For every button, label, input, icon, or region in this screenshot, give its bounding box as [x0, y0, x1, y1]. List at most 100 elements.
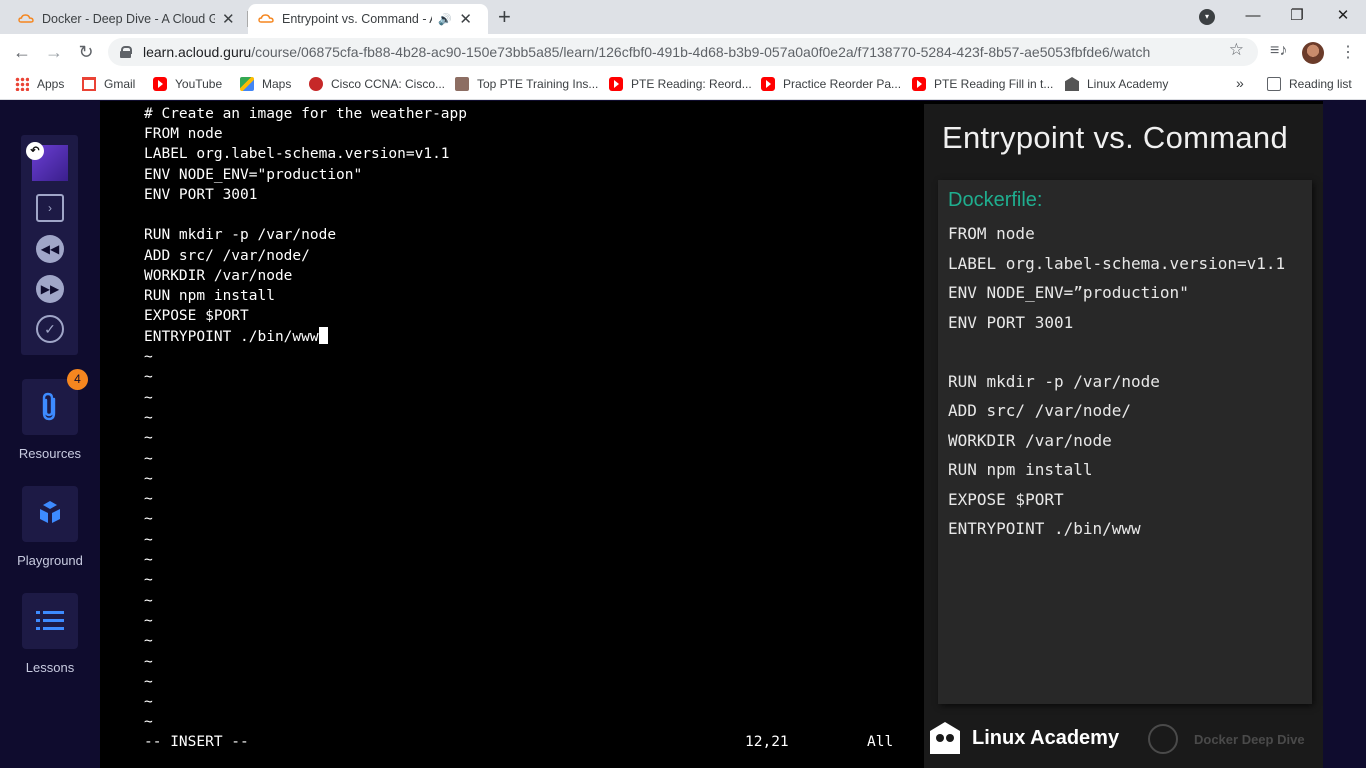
slide-code-line: ENTRYPOINT ./bin/www — [948, 519, 1141, 538]
media-control-icon[interactable]: ≡♪ — [1270, 42, 1287, 60]
cubes-icon — [40, 501, 60, 523]
playground-button[interactable] — [22, 486, 78, 542]
bookmark-apps[interactable]: Apps — [15, 77, 64, 91]
gmail-icon — [82, 77, 96, 91]
slide-title: Entrypoint vs. Command — [942, 120, 1289, 155]
terminal-line: # Create an image for the weather-app — [144, 106, 468, 122]
vim-cursor-position: 12,21 — [745, 734, 789, 750]
youtube-icon — [153, 77, 167, 91]
card-title: Dockerfile: — [948, 189, 1043, 211]
reload-button[interactable]: ↻ — [74, 40, 98, 64]
tab-title: Entrypoint vs. Command - A — [282, 12, 432, 26]
tilde-line: ~ — [144, 694, 153, 710]
bookmark-pte-fill[interactable]: PTE Reading Fill in t... — [912, 77, 1053, 91]
tilde-line: ~ — [144, 369, 153, 385]
chevron-down-icon[interactable]: ▾ — [1199, 9, 1215, 25]
docker-deep-dive-logo: Docker Deep Dive — [1148, 724, 1305, 754]
tab-close-icon[interactable]: ✕ — [221, 10, 237, 28]
previous-lesson-icon[interactable]: ◀◀ — [36, 235, 64, 263]
reading-list-button[interactable]: Reading list — [1267, 77, 1352, 91]
collapse-panel-icon[interactable]: › — [36, 194, 64, 222]
tilde-line: ~ — [144, 572, 153, 588]
kebab-menu-icon[interactable]: ⋮ — [1340, 42, 1356, 62]
paperclip-icon — [42, 392, 56, 421]
owl-icon — [930, 722, 960, 754]
terminal-line: WORKDIR /var/node — [144, 268, 293, 284]
player-controls-panel: ↶ › ◀◀ ▶▶ ✓ — [21, 135, 78, 355]
tilde-line: ~ — [144, 714, 153, 730]
tab-entrypoint-vs-command[interactable]: Entrypoint vs. Command - A 🔊 ✕ — [248, 4, 488, 34]
tilde-line: ~ — [144, 613, 153, 629]
bookmark-pte-reorder[interactable]: PTE Reading: Reord... — [609, 77, 752, 91]
tab-close-icon[interactable]: ✕ — [458, 10, 474, 28]
pte-icon — [455, 77, 469, 91]
tilde-line: ~ — [144, 552, 153, 568]
resources-label[interactable]: Resources — [0, 446, 100, 461]
bookmark-practice-reorder[interactable]: Practice Reorder Pa... — [761, 77, 901, 91]
vim-terminal: # Create an image for the weather-app FR… — [144, 104, 924, 766]
tilde-line: ~ — [144, 430, 153, 446]
tilde-line: ~ — [144, 390, 153, 406]
tab-title: Docker - Deep Dive - A Cloud Gu — [42, 12, 215, 26]
video-side-margin — [1323, 101, 1366, 768]
terminal-line-current: ENTRYPOINT ./bin/www — [144, 327, 328, 347]
lock-icon[interactable] — [120, 46, 132, 58]
terminal-line: ENV PORT 3001 — [144, 187, 258, 203]
back-arrow-icon[interactable]: ↶ — [26, 142, 44, 160]
tab-docker-deep-dive[interactable]: Docker - Deep Dive - A Cloud Gu ✕ — [8, 4, 246, 34]
slide-code-line: ENV NODE_ENV=”production" — [948, 283, 1189, 302]
linux-academy-icon — [1065, 77, 1079, 91]
browser-toolbar: ← → ↻ learn.acloud.guru/course/06875cfa-… — [0, 34, 1366, 70]
mark-complete-icon[interactable]: ✓ — [36, 315, 64, 343]
reading-list-icon — [1267, 77, 1281, 91]
minimize-button[interactable]: — — [1233, 4, 1273, 28]
slide-code-line: LABEL org.label-schema.version=v1.1 — [948, 254, 1286, 273]
tilde-line: ~ — [144, 593, 153, 609]
list-icon — [36, 611, 64, 630]
slide-code-line: RUN npm install — [948, 460, 1093, 479]
cisco-icon — [309, 77, 323, 91]
acloudguru-favicon-icon — [18, 11, 34, 27]
terminal-line: RUN mkdir -p /var/node — [144, 227, 337, 243]
tilde-line: ~ — [144, 532, 153, 548]
close-window-button[interactable]: ✕ — [1323, 4, 1363, 28]
apps-icon — [15, 77, 29, 91]
slide-code-line: ADD src/ /var/node/ — [948, 401, 1132, 420]
terminal-line: LABEL org.label-schema.version=v1.1 — [144, 146, 450, 162]
playground-label[interactable]: Playground — [0, 553, 100, 568]
next-lesson-icon[interactable]: ▶▶ — [36, 275, 64, 303]
speaker-icon[interactable]: 🔊 — [438, 13, 452, 26]
bookmark-maps[interactable]: Maps — [240, 77, 291, 91]
terminal-line: RUN npm install — [144, 288, 275, 304]
url-host: learn.acloud.guru — [143, 44, 252, 60]
text-cursor — [318, 327, 328, 344]
slide-code-line: RUN mkdir -p /var/node — [948, 372, 1160, 391]
bookmark-linux-academy[interactable]: Linux Academy — [1065, 77, 1168, 91]
address-bar[interactable]: learn.acloud.guru/course/06875cfa-fb88-4… — [108, 38, 1258, 66]
lecture-slide: Entrypoint vs. Command Dockerfile: FROM … — [924, 104, 1323, 768]
new-tab-button[interactable]: + — [498, 4, 511, 30]
bookmark-star-icon[interactable]: ☆ — [1229, 40, 1244, 60]
profile-avatar[interactable] — [1302, 42, 1324, 64]
restore-button[interactable]: ❐ — [1277, 4, 1317, 28]
bookmark-youtube[interactable]: YouTube — [153, 77, 222, 91]
lessons-button[interactable] — [22, 593, 78, 649]
bookmark-top-pte[interactable]: Top PTE Training Ins... — [455, 77, 598, 91]
slide-code-line: WORKDIR /var/node — [948, 431, 1112, 450]
linux-academy-logo: Linux Academy — [930, 722, 1119, 754]
bookmarks-bar: Apps Gmail YouTube Maps Cisco CCNA: Cisc… — [0, 70, 1366, 100]
lessons-label[interactable]: Lessons — [0, 660, 100, 675]
vim-scroll-indicator: All — [867, 734, 894, 750]
bookmarks-overflow-button[interactable]: » — [1236, 75, 1244, 91]
bookmark-gmail[interactable]: Gmail — [82, 77, 135, 91]
youtube-icon — [912, 77, 926, 91]
terminal-line: ENV NODE_ENV="production" — [144, 167, 363, 183]
terminal-line: FROM node — [144, 126, 223, 142]
terminal-line: ADD src/ /var/node/ — [144, 248, 310, 264]
forward-button[interactable]: → — [42, 40, 66, 64]
terminal-line: EXPOSE $PORT — [144, 308, 249, 324]
back-button[interactable]: ← — [10, 40, 34, 64]
tilde-line: ~ — [144, 349, 153, 365]
bookmark-cisco[interactable]: Cisco CCNA: Cisco... — [309, 77, 445, 91]
vim-mode-indicator: -- INSERT -- — [144, 734, 249, 750]
